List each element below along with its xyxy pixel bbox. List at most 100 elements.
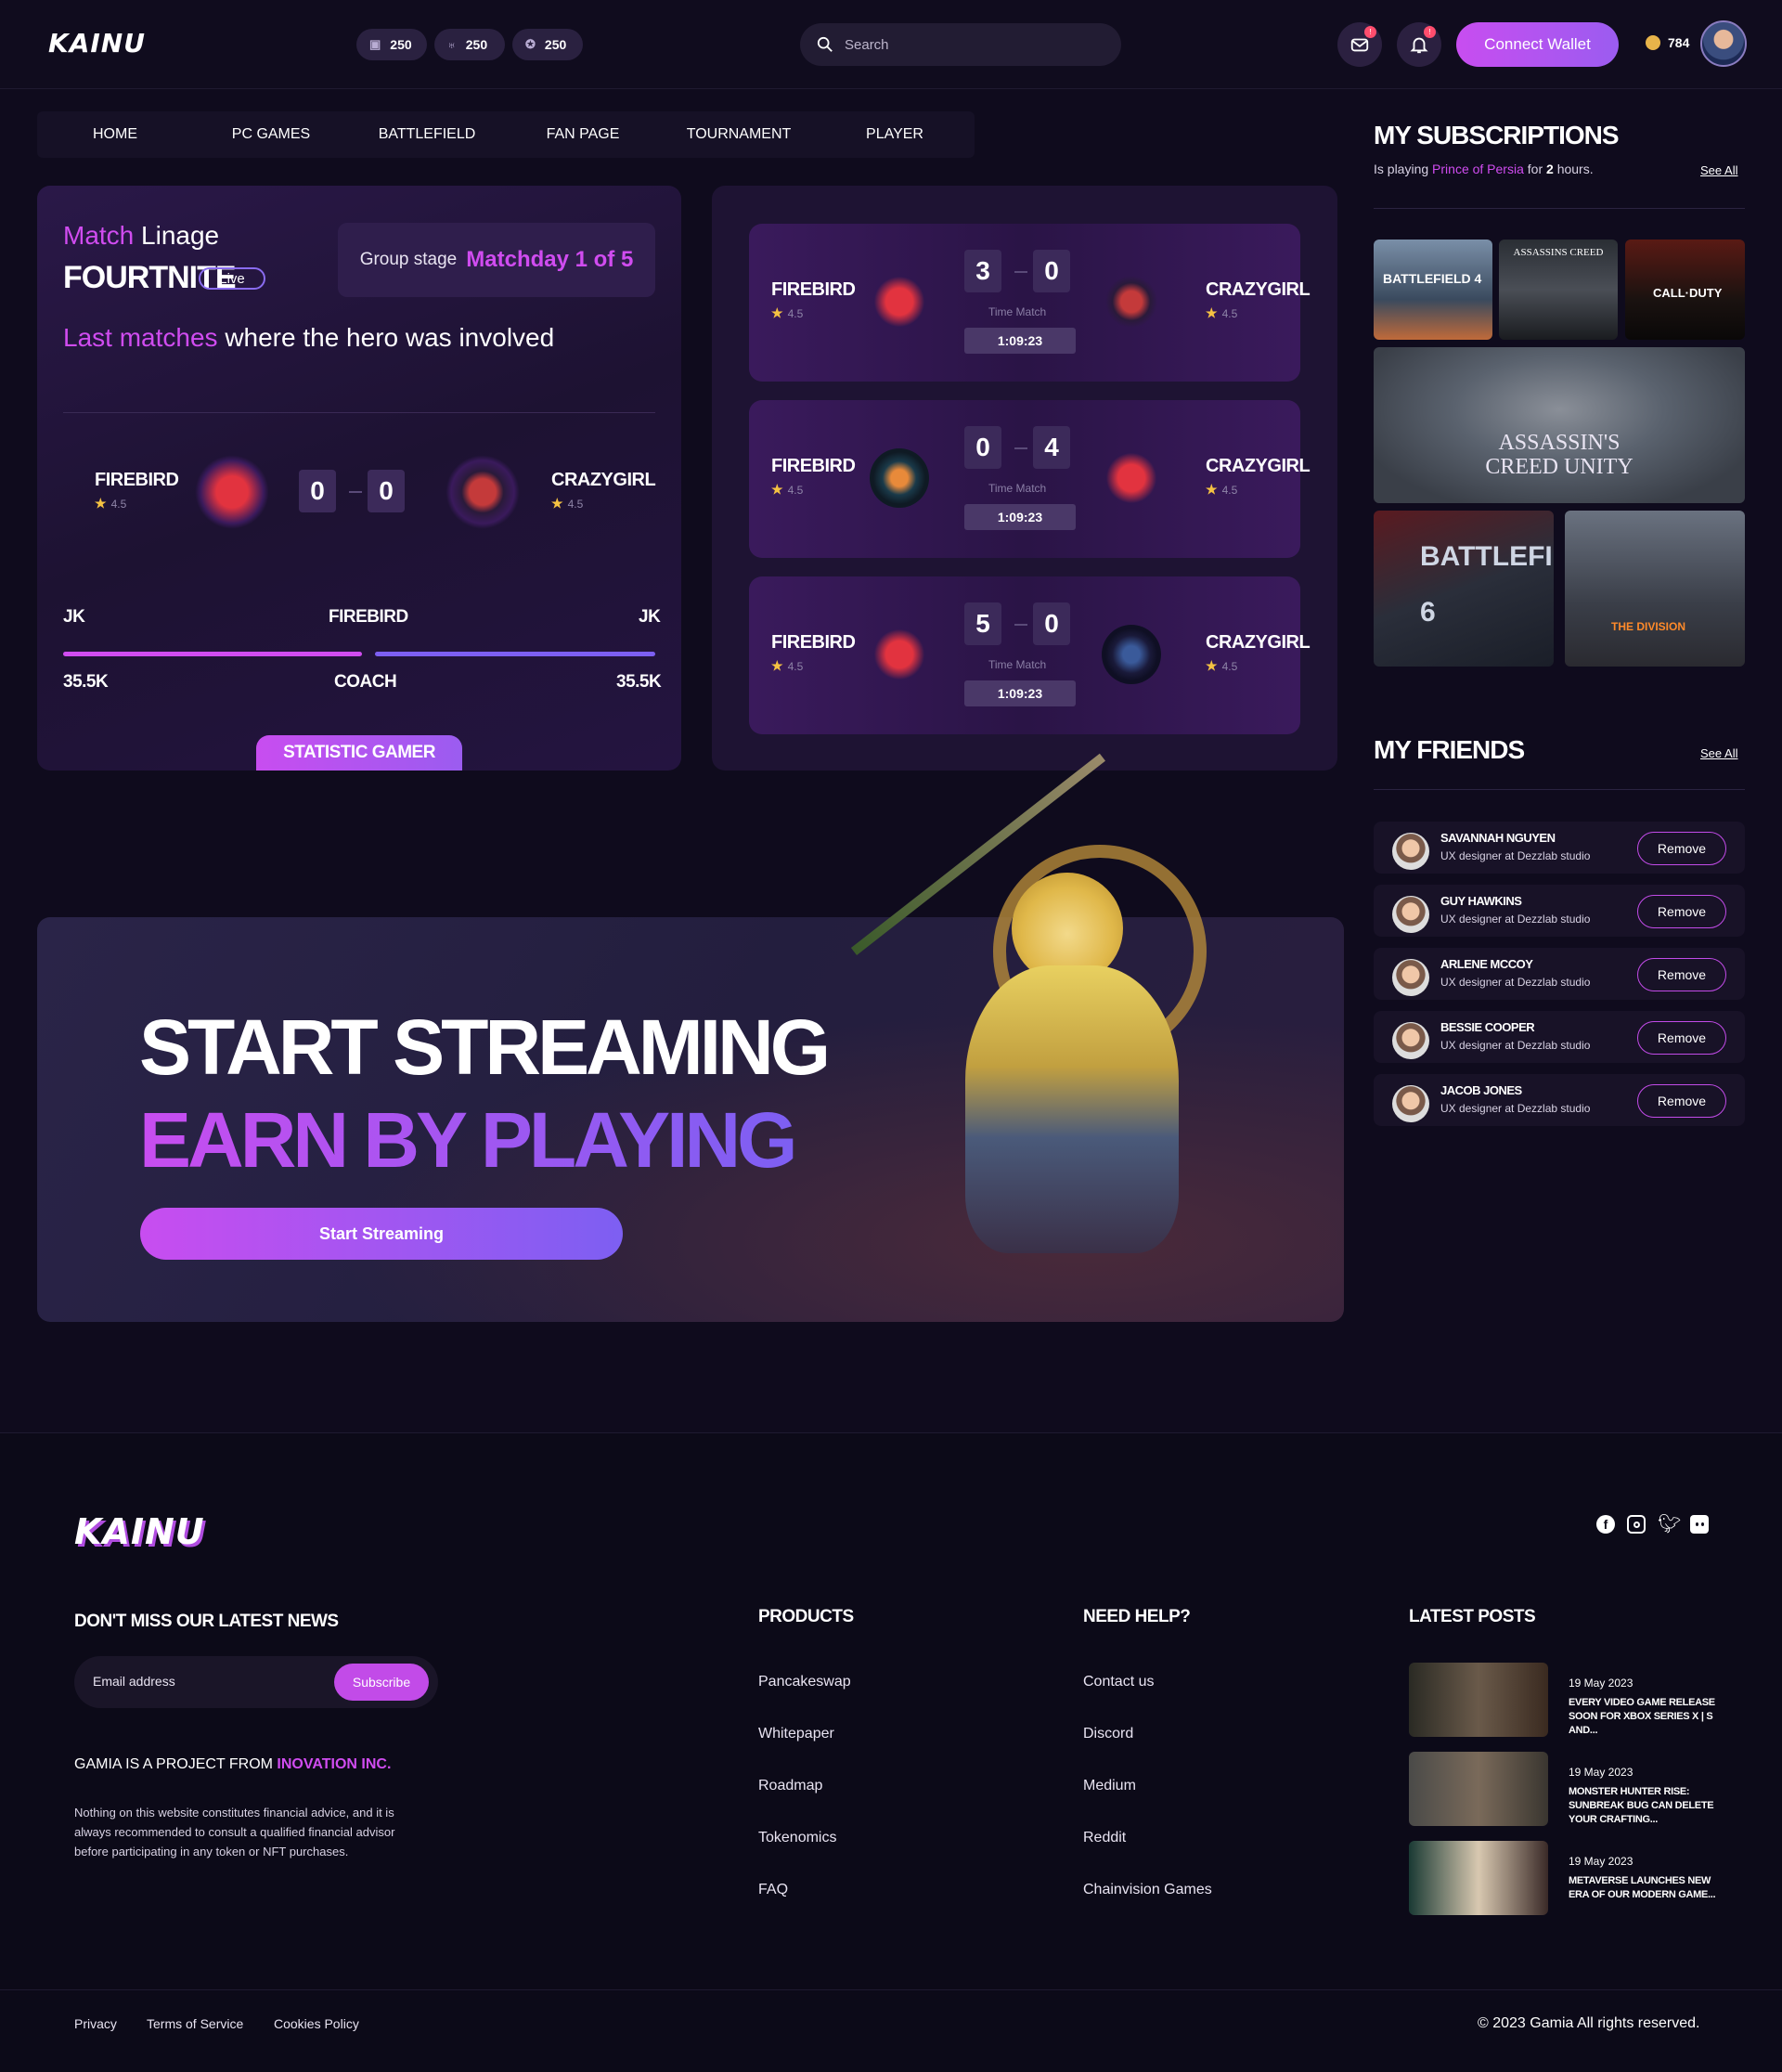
status-game[interactable]: Prince of Persia (1432, 162, 1524, 176)
friends-see-all-link[interactable]: See All (1700, 746, 1737, 760)
status-suffix: hours. (1556, 162, 1594, 176)
match-rating-b: ★ 4.5 (1206, 305, 1237, 321)
footer-privacy-link[interactable]: Privacy (74, 2016, 117, 2031)
nav-player[interactable]: PLAYER (817, 126, 973, 143)
remove-friend-button[interactable]: Remove (1637, 958, 1726, 991)
nav-tournament[interactable]: TOURNAMENT (661, 126, 817, 143)
match-row[interactable]: FIREBIRD ★ 4.5 0 4 Time Match 1:09:23 CRA… (749, 400, 1311, 558)
friend-role: UX designer at Dezzlab studio (1440, 913, 1591, 926)
match-row[interactable]: FIREBIRD ★ 4.5 5 0 Time Match 1:09:23 CRA… (749, 576, 1311, 734)
footer-link-pancakeswap[interactable]: Pancakeswap (758, 1674, 851, 1690)
match-team-a: FIREBIRD (771, 456, 856, 476)
nav-pc-games[interactable]: PC GAMES (193, 126, 349, 143)
project-company[interactable]: INOVATION INC. (277, 1756, 391, 1772)
assassins-creed-unity-thumbnail[interactable]: ASSASSIN'S CREED UNITY (1374, 347, 1745, 503)
status-mid: for (1527, 162, 1543, 176)
top-bar: KAINU ▣ 250 ♅ 250 ✪ 250 Search ! ! Conne… (0, 0, 1782, 89)
email-input[interactable]: Email address (93, 1674, 175, 1689)
match-rating-a: ★ 4.5 (771, 305, 803, 321)
live-badge: Live (199, 267, 265, 290)
battlefield-6-thumbnail[interactable]: BATTLEFIELD 6 (1374, 511, 1554, 667)
match-row[interactable]: FIREBIRD ★ 4.5 3 0 Time Match 1:09:23 CRA… (749, 224, 1311, 382)
last-matches-highlight: Last matches (63, 323, 218, 352)
friend-avatar[interactable] (1392, 1085, 1429, 1122)
stat-right-label: JK (639, 607, 661, 627)
divider (0, 1989, 1782, 1990)
call-of-duty-thumbnail[interactable]: CALL·DUTY (1625, 240, 1745, 340)
battlefield-4-thumbnail[interactable]: BATTLEFIELD 4 (1374, 240, 1492, 340)
search-bar[interactable]: Search (800, 23, 1121, 66)
friend-avatar[interactable] (1392, 896, 1429, 933)
time-match-label: Time Match (988, 658, 1047, 671)
trophy-stat[interactable]: ♅ 250 (434, 29, 505, 60)
friend-avatar[interactable] (1392, 1022, 1429, 1059)
friend-name: SAVANNAH NGUYEN (1440, 831, 1556, 845)
rating-value: 4.5 (1221, 483, 1238, 497)
friend-avatar[interactable] (1392, 959, 1429, 996)
project-line: GAMIA IS A PROJECT FROM INOVATION INC. (74, 1756, 391, 1773)
team-b-rating-value: 4.5 (567, 497, 584, 511)
post-thumbnail[interactable] (1409, 1752, 1548, 1826)
footer-link-whitepaper[interactable]: Whitepaper (758, 1726, 834, 1742)
discord-icon[interactable] (1690, 1515, 1709, 1534)
assassins-creed-thumbnail[interactable]: ASSASSINS CREED (1499, 240, 1618, 340)
friend-avatar[interactable] (1392, 833, 1429, 870)
star-icon: ★ (95, 496, 107, 511)
post-thumbnail[interactable] (1409, 1841, 1548, 1915)
banner-character-image (817, 753, 1299, 1327)
footer-link-discord[interactable]: Discord (1083, 1726, 1133, 1742)
time-match-label: Time Match (988, 482, 1047, 495)
group-stage-label: Group stage (359, 250, 458, 269)
user-avatar[interactable] (1700, 20, 1747, 67)
match-score-a: 5 (964, 602, 1001, 645)
nav-home[interactable]: HOME (37, 126, 193, 143)
footer-terms-link[interactable]: Terms of Service (147, 2016, 243, 2031)
notification-button[interactable]: ! (1397, 22, 1441, 67)
footer-link-chainvision[interactable]: Chainvision Games (1083, 1882, 1212, 1898)
twitter-icon[interactable]: 🐦︎ (1658, 1515, 1681, 1534)
welder-emblem (870, 448, 929, 508)
friend-name: ARLENE MCCOY (1440, 957, 1533, 971)
post-thumbnail[interactable] (1409, 1663, 1548, 1737)
products-title: PRODUCTS (758, 1607, 854, 1626)
subscriptions-see-all-link[interactable]: See All (1700, 163, 1737, 177)
nav-battlefield[interactable]: BATTLEFIELD (349, 126, 505, 143)
score-separator (349, 491, 362, 493)
post-title[interactable]: EVERY VIDEO GAME RELEASE SOON FOR XBOX S… (1569, 1696, 1726, 1738)
footer-link-reddit[interactable]: Reddit (1083, 1830, 1126, 1846)
wallet-stat[interactable]: ▣ 250 (356, 29, 427, 60)
footer-link-contact[interactable]: Contact us (1083, 1674, 1154, 1690)
medal-stat[interactable]: ✪ 250 (512, 29, 583, 60)
social-links: f 🐦︎ (1596, 1515, 1709, 1534)
footer-link-faq[interactable]: FAQ (758, 1882, 788, 1898)
thumbnail-title: ASSASSINS CREED (1513, 247, 1604, 258)
remove-friend-button[interactable]: Remove (1637, 832, 1726, 865)
footer-logo[interactable]: KAINU (74, 1511, 205, 1552)
instagram-icon[interactable] (1627, 1515, 1646, 1534)
remove-friend-button[interactable]: Remove (1637, 895, 1726, 928)
match-team-a: FIREBIRD (771, 632, 856, 653)
mail-button[interactable]: ! (1337, 22, 1382, 67)
search-input[interactable]: Search (845, 37, 889, 53)
connect-wallet-button[interactable]: Connect Wallet (1456, 22, 1619, 67)
footer-link-medium[interactable]: Medium (1083, 1778, 1136, 1794)
coin-balance: 784 (1646, 35, 1689, 50)
post-title[interactable]: MONSTER HUNTER RISE: SUNBREAK BUG CAN DE… (1569, 1785, 1726, 1827)
match-rating-a: ★ 4.5 (771, 482, 803, 498)
score-separator (1014, 624, 1027, 626)
logo[interactable]: KAINU (48, 28, 146, 58)
subscribe-button[interactable]: Subscribe (334, 1664, 429, 1701)
facebook-icon[interactable]: f (1596, 1515, 1615, 1534)
start-streaming-button[interactable]: Start Streaming (140, 1208, 623, 1260)
footer-link-tokenomics[interactable]: Tokenomics (758, 1830, 836, 1846)
remove-friend-button[interactable]: Remove (1637, 1021, 1726, 1055)
match-score-a: 3 (964, 250, 1001, 292)
post-title[interactable]: METAVERSE LAUNCHES NEW ERA OF OUR MODERN… (1569, 1874, 1726, 1902)
statistic-gamer-button[interactable]: STATISTIC GAMER (256, 735, 462, 771)
footer-cookies-link[interactable]: Cookies Policy (274, 2016, 359, 2031)
remove-friend-button[interactable]: Remove (1637, 1084, 1726, 1118)
footer-link-roadmap[interactable]: Roadmap (758, 1778, 822, 1794)
nav-fan-page[interactable]: FAN PAGE (505, 126, 661, 143)
post-date: 19 May 2023 (1569, 1855, 1634, 1868)
the-division-thumbnail[interactable]: THE DIVISION (1565, 511, 1745, 667)
